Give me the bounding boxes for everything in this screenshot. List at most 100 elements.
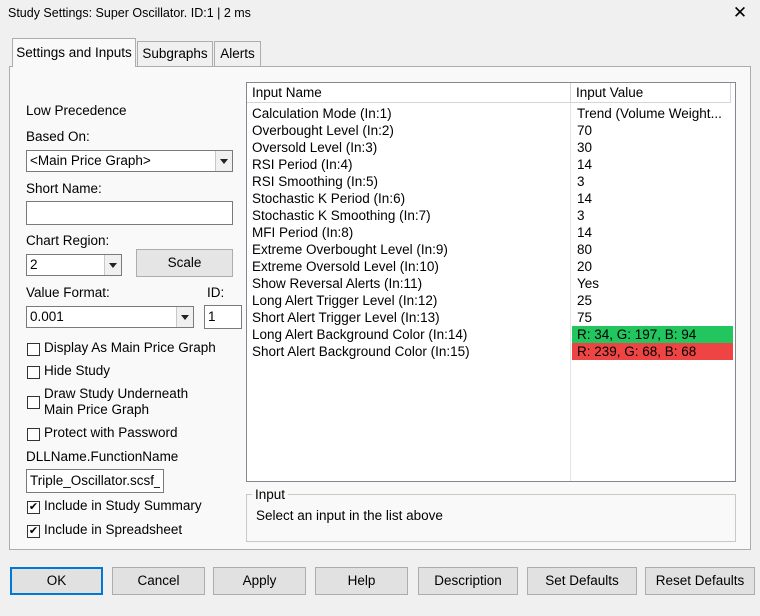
input-name-cell: Show Reversal Alerts (In:11)	[252, 276, 423, 291]
protect-password-label: Protect with Password	[44, 425, 178, 440]
input-value-cell: 30	[577, 140, 593, 155]
input-value-cell: 14	[577, 225, 593, 240]
draw-underneath-label: Draw Study Underneath	[44, 386, 189, 401]
cancel-button[interactable]: Cancel	[112, 567, 205, 595]
table-row[interactable]: Long Alert Background Color (In:14) R: 34…	[247, 326, 735, 343]
input-name-cell: Long Alert Background Color (In:14)	[252, 327, 468, 342]
short-name-input[interactable]	[26, 201, 233, 225]
input-name-cell: Extreme Oversold Level (In:10)	[252, 259, 439, 274]
draw-underneath-checkbox[interactable]	[27, 396, 40, 409]
include-summary-checkbox[interactable]: ✔	[27, 501, 40, 514]
input-value-cell: 75	[577, 310, 593, 325]
help-button[interactable]: Help	[315, 567, 408, 595]
chevron-down-icon	[104, 255, 121, 275]
table-row[interactable]: Show Reversal Alerts (In:11) Yes	[247, 275, 735, 292]
chart-region-select[interactable]: 2	[26, 254, 122, 276]
table-row[interactable]: Oversold Level (In:3) 30	[247, 139, 735, 156]
input-name-cell: Calculation Mode (In:1)	[252, 106, 392, 121]
checkmark-icon: ✔	[28, 525, 39, 537]
hide-study-checkbox[interactable]	[27, 366, 40, 379]
include-spreadsheet-label: Include in Spreadsheet	[44, 522, 183, 537]
input-value-cell: Trend (Volume Weight...	[577, 106, 722, 121]
input-value-cell: 3	[577, 174, 585, 189]
inputs-grid: Input Name Input Value Calculation Mode …	[246, 82, 736, 482]
id-label: ID:	[207, 285, 225, 300]
precedence-label: Low Precedence	[26, 103, 127, 118]
chevron-down-icon	[215, 151, 232, 171]
scale-button[interactable]: Scale	[136, 249, 233, 277]
ok-button[interactable]: OK	[10, 567, 103, 595]
value-format-label: Value Format:	[26, 285, 110, 300]
input-name-cell: Extreme Overbought Level (In:9)	[252, 242, 448, 257]
table-row[interactable]: Short Alert Trigger Level (In:13) 75	[247, 309, 735, 326]
input-value-cell: 3	[577, 208, 585, 223]
window-title: Study Settings: Super Oscillator. ID:1 |…	[8, 6, 251, 20]
tab-settings-and-inputs[interactable]: Settings and Inputs	[12, 38, 136, 67]
column-header-input-value[interactable]: Input Value	[571, 83, 731, 103]
chevron-down-icon	[176, 307, 193, 327]
based-on-value: <Main Price Graph>	[30, 153, 151, 168]
table-row[interactable]: Extreme Oversold Level (In:10) 20	[247, 258, 735, 275]
close-button[interactable]: ✕	[726, 2, 754, 26]
value-format-value: 0.001	[30, 309, 64, 324]
table-row[interactable]: RSI Smoothing (In:5) 3	[247, 173, 735, 190]
display-as-main-label: Display As Main Price Graph	[44, 340, 216, 355]
input-name-cell: RSI Smoothing (In:5)	[252, 174, 379, 189]
dll-value: Triple_Oscillator.scsf_	[30, 473, 160, 488]
short-name-label: Short Name:	[26, 181, 102, 196]
table-row[interactable]: Extreme Overbought Level (In:9) 80	[247, 241, 735, 258]
input-value-cell: Yes	[577, 276, 600, 291]
table-row[interactable]: Stochastic K Period (In:6) 14	[247, 190, 735, 207]
input-name-cell: MFI Period (In:8)	[252, 225, 354, 240]
table-row[interactable]: Overbought Level (In:2) 70	[247, 122, 735, 139]
input-name-cell: Stochastic K Smoothing (In:7)	[252, 208, 431, 223]
protect-password-checkbox[interactable]	[27, 428, 40, 441]
value-format-select[interactable]: 0.001	[26, 306, 194, 328]
reset-defaults-button[interactable]: Reset Defaults	[645, 567, 755, 595]
hide-study-label: Hide Study	[44, 363, 111, 378]
input-value-cell: R: 34, G: 197, B: 94	[577, 327, 697, 342]
input-name-cell: Overbought Level (In:2)	[252, 123, 394, 138]
id-value: 1	[208, 309, 216, 324]
table-row[interactable]: Stochastic K Smoothing (In:7) 3	[247, 207, 735, 224]
table-row[interactable]: MFI Period (In:8) 14	[247, 224, 735, 241]
based-on-select[interactable]: <Main Price Graph>	[26, 150, 233, 172]
draw-underneath-label-2: Main Price Graph	[44, 402, 150, 417]
input-name-cell: Stochastic K Period (In:6)	[252, 191, 406, 206]
input-name-cell: Short Alert Background Color (In:15)	[252, 344, 470, 359]
set-defaults-button[interactable]: Set Defaults	[527, 567, 637, 595]
chart-region-label: Chart Region:	[26, 233, 110, 248]
close-icon: ✕	[732, 3, 748, 22]
column-header-input-name[interactable]: Input Name	[247, 83, 571, 103]
chart-region-value: 2	[30, 257, 38, 272]
title-bar: Study Settings: Super Oscillator. ID:1 |…	[0, 0, 760, 30]
checkmark-icon: ✔	[28, 501, 39, 513]
table-row[interactable]: RSI Period (In:4) 14	[247, 156, 735, 173]
tab-alerts[interactable]: Alerts	[214, 41, 261, 66]
input-description: Select an input in the list above	[256, 508, 443, 523]
include-spreadsheet-checkbox[interactable]: ✔	[27, 525, 40, 538]
input-value-cell: 20	[577, 259, 593, 274]
input-value-cell: 80	[577, 242, 593, 257]
dll-input[interactable]: Triple_Oscillator.scsf_	[26, 469, 164, 493]
id-input[interactable]: 1	[204, 305, 242, 329]
tab-subgraphs[interactable]: Subgraphs	[137, 41, 213, 66]
based-on-label: Based On:	[26, 129, 90, 144]
input-value-cell: 14	[577, 157, 593, 172]
table-row[interactable]: Calculation Mode (In:1) Trend (Volume Wei…	[247, 105, 735, 122]
display-as-main-checkbox[interactable]	[27, 343, 40, 356]
input-name-cell: Short Alert Trigger Level (In:13)	[252, 310, 440, 325]
description-button[interactable]: Description	[418, 567, 518, 595]
input-value-cell: R: 239, G: 68, B: 68	[577, 344, 697, 359]
input-value-cell: 70	[577, 123, 593, 138]
apply-button[interactable]: Apply	[213, 567, 306, 595]
input-value-cell: 25	[577, 293, 593, 308]
input-name-cell: Long Alert Trigger Level (In:12)	[252, 293, 438, 308]
input-value-cell: 14	[577, 191, 593, 206]
input-name-cell: Oversold Level (In:3)	[252, 140, 378, 155]
dll-label: DLLName.FunctionName	[26, 449, 179, 464]
input-name-cell: RSI Period (In:4)	[252, 157, 353, 172]
include-summary-label: Include in Study Summary	[44, 498, 202, 513]
table-row[interactable]: Short Alert Background Color (In:15) R: 2…	[247, 343, 735, 360]
table-row[interactable]: Long Alert Trigger Level (In:12) 25	[247, 292, 735, 309]
